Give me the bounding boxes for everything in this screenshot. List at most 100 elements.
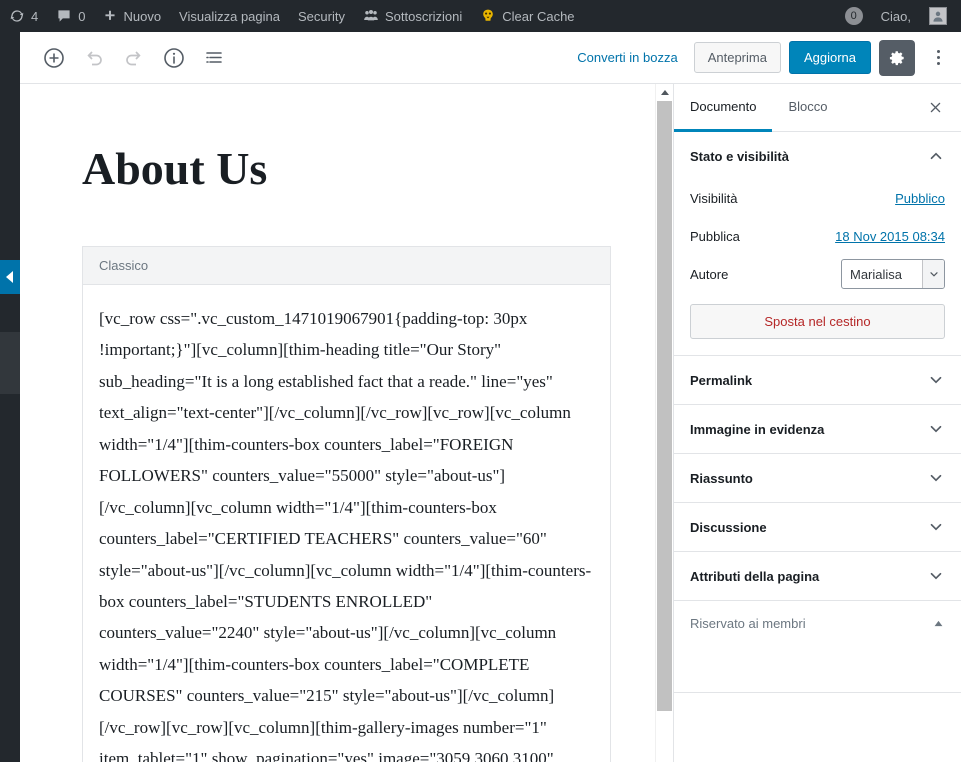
admin-bar-updates[interactable]: 4 — [0, 0, 47, 32]
comment-icon — [56, 8, 72, 24]
panel-page-attributes-title: Attributi della pagina — [690, 568, 820, 584]
wordpress-editor-screen: 4 0 Nuovo Visualizza pagina Security Sot… — [0, 0, 961, 762]
view-page-label: Visualizza pagina — [179, 8, 280, 24]
admin-bar-subscriptions[interactable]: Sottoscrizioni — [354, 0, 471, 32]
block-label: Classico — [83, 247, 610, 285]
preview-button[interactable]: Anteprima — [693, 42, 781, 73]
chevron-down-icon — [927, 518, 945, 536]
update-button[interactable]: Aggiorna — [788, 41, 871, 74]
scroll-up-button[interactable] — [656, 84, 673, 101]
chevron-down-icon — [927, 371, 945, 389]
add-block-button[interactable] — [36, 40, 72, 76]
more-vertical-icon — [936, 50, 940, 53]
admin-bar-clear-cache[interactable]: Clear Cache — [471, 0, 583, 32]
scrollbar-thumb[interactable] — [657, 101, 672, 711]
subscriptions-label: Sottoscrizioni — [384, 8, 463, 24]
chevron-down-icon — [927, 420, 945, 438]
redo-button[interactable] — [116, 40, 152, 76]
chevron-down-icon — [927, 567, 945, 585]
content-scrollbar[interactable] — [655, 84, 673, 762]
undo-button[interactable] — [76, 40, 112, 76]
panel-excerpt-header[interactable]: Riassunto — [674, 454, 961, 502]
admin-bar-view-page[interactable]: Visualizza pagina — [170, 0, 289, 32]
wp-admin-bar: 4 0 Nuovo Visualizza pagina Security Sot… — [0, 0, 961, 32]
row-publish: Pubblica 18 Nov 2015 08:34 — [690, 218, 945, 254]
move-to-trash-button[interactable]: Sposta nel cestino — [690, 304, 945, 339]
settings-toggle-button[interactable] — [879, 39, 915, 76]
panel-status-visibility: Stato e visibilità Visibilità Pubblico P… — [674, 132, 961, 356]
panel-status-visibility-body: Visibilità Pubblico Pubblica 18 Nov 2015… — [674, 180, 961, 355]
editor-canvas: About Us Classico [vc_row css=".vc_custo… — [20, 84, 655, 762]
panel-featured-image-header[interactable]: Immagine in evidenza — [674, 405, 961, 453]
admin-menu-active-item[interactable] — [0, 260, 20, 294]
editor-toolbar: Converti in bozza Anteprima Aggiorna — [20, 32, 961, 84]
chevron-up-icon — [927, 147, 945, 165]
block-content[interactable]: [vc_row css=".vc_custom_1471019067901{pa… — [83, 285, 610, 762]
author-label: Autore — [690, 266, 729, 282]
plus-icon — [103, 9, 117, 23]
panel-featured-image-title: Immagine in evidenza — [690, 421, 825, 437]
chevron-down-icon — [927, 469, 945, 487]
chevron-left-icon — [6, 271, 13, 283]
panel-status-visibility-title: Stato e visibilità — [690, 148, 789, 164]
security-label: Security — [298, 8, 345, 24]
panel-excerpt-title: Riassunto — [690, 470, 753, 486]
classic-block[interactable]: Classico [vc_row css=".vc_custom_1471019… — [82, 246, 611, 762]
close-icon — [928, 100, 943, 115]
admin-bar-new-label: Nuovo — [123, 8, 162, 24]
admin-bar-avatar[interactable] — [920, 0, 961, 32]
panel-page-attributes: Attributi della pagina — [674, 552, 961, 601]
update-icon — [9, 8, 25, 24]
tab-document[interactable]: Documento — [674, 84, 773, 132]
panel-members-only-body — [674, 646, 961, 692]
publish-value: 18 Nov 2015 08:34 — [835, 229, 945, 244]
gear-icon — [887, 48, 907, 68]
visibility-label: Visibilità — [690, 190, 738, 206]
close-sidebar-button[interactable] — [919, 92, 951, 124]
tab-block[interactable]: Blocco — [772, 84, 843, 132]
author-select-value: Marialisa — [850, 266, 903, 282]
content-info-button[interactable] — [156, 40, 192, 76]
panel-status-visibility-header[interactable]: Stato e visibilità — [674, 132, 961, 180]
clear-cache-label: Clear Cache — [502, 8, 575, 24]
panel-members-only-title: Riservato ai membri — [690, 616, 806, 631]
sidebar-tabs: Documento Blocco — [674, 84, 961, 132]
admin-bar-security[interactable]: Security — [289, 0, 354, 32]
greeting-label: Ciao, — [880, 8, 911, 24]
panel-page-attributes-header[interactable]: Attributi della pagina — [674, 552, 961, 600]
panel-discussion: Discussione — [674, 503, 961, 552]
admin-bar-notifications[interactable]: 0 — [836, 0, 872, 32]
panel-permalink: Permalink — [674, 356, 961, 405]
settings-sidebar: Documento Blocco Stato e visibilità Visi… — [673, 84, 961, 762]
panel-permalink-header[interactable]: Permalink — [674, 356, 961, 404]
publish-date-link[interactable]: 18 Nov 2015 08:34 — [835, 229, 945, 244]
page-title[interactable]: About Us — [20, 84, 655, 192]
avatar — [929, 7, 947, 25]
group-icon — [363, 8, 379, 24]
chevron-down-icon — [922, 260, 944, 288]
list-view-button[interactable] — [196, 40, 232, 76]
admin-bar-new[interactable]: Nuovo — [94, 0, 170, 32]
author-select[interactable]: Marialisa — [841, 259, 945, 289]
visibility-link[interactable]: Pubblico — [895, 191, 945, 206]
admin-menu-section[interactable] — [0, 332, 20, 394]
notifications-count: 0 — [844, 7, 863, 25]
panel-permalink-title: Permalink — [690, 372, 753, 388]
publish-label: Pubblica — [690, 228, 740, 244]
admin-menu-strip — [0, 32, 20, 762]
panel-members-only-header[interactable]: Riservato ai membri — [674, 601, 961, 646]
admin-bar-my-account[interactable]: Ciao, — [872, 0, 920, 32]
chevron-up-icon — [660, 90, 669, 95]
rocket-cache-icon — [480, 8, 496, 24]
more-options-button[interactable] — [923, 40, 953, 76]
updates-count: 4 — [31, 8, 39, 24]
visibility-value: Pubblico — [895, 191, 945, 206]
panel-members-only: Riservato ai membri — [674, 601, 961, 693]
admin-bar-comments[interactable]: 0 — [47, 0, 94, 32]
comments-count: 0 — [78, 8, 86, 24]
switch-to-draft-button[interactable]: Converti in bozza — [569, 44, 685, 71]
row-author: Autore Marialisa — [690, 256, 945, 292]
panel-discussion-header[interactable]: Discussione — [674, 503, 961, 551]
row-visibility: Visibilità Pubblico — [690, 180, 945, 216]
more-vertical-icon — [936, 56, 940, 59]
